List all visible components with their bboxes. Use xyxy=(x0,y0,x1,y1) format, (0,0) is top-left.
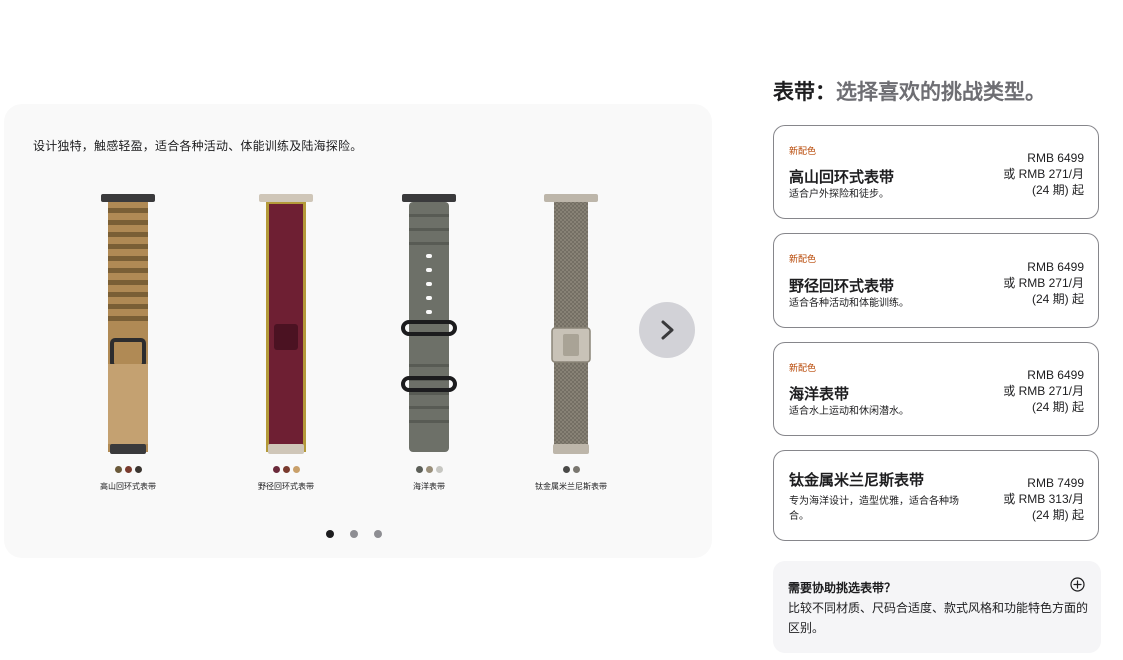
chevron-right-icon xyxy=(661,320,674,340)
band-name: 高山回环式表带 xyxy=(100,482,156,491)
gallery-caption: 设计独特，触感轻盈，适合各种活动、体能训练及陆海探险。 xyxy=(33,139,363,153)
option-description: 适合各种活动和体能训练。 xyxy=(789,298,909,309)
swatch[interactable] xyxy=(292,466,300,473)
band-gallery: 设计独特，触感轻盈，适合各种活动、体能训练及陆海探险。 高山回环式表带 野径回环… xyxy=(4,104,712,558)
option-description: 专为海洋设计，造型优雅，适合各种场合。 xyxy=(789,496,959,522)
swatch[interactable] xyxy=(425,466,433,473)
panel-title-rest: 选择喜欢的挑战类型。 xyxy=(836,81,1046,104)
swatch[interactable] xyxy=(435,466,443,473)
installment-term: (24 期) 起 xyxy=(1031,183,1084,197)
panel-title-lead: 表带： xyxy=(773,81,836,104)
option-price: RMB 7499 或 RMB 313/月 (24 期) 起 xyxy=(1003,475,1084,523)
option-price: RMB 6499 或 RMB 271/月 (24 期) 起 xyxy=(1003,259,1084,307)
band-card-ocean-band[interactable]: 海洋表带 xyxy=(369,194,489,492)
monthly-price: 或 RMB 271/月 xyxy=(1003,276,1084,290)
band-name: 钛金属米兰尼斯表带 xyxy=(535,482,607,491)
installment-term: (24 期) 起 xyxy=(1031,292,1084,306)
plus-circle-icon[interactable] xyxy=(1070,577,1085,592)
trail-loop-band-image xyxy=(259,194,313,454)
alpine-loop-swatches xyxy=(68,466,188,473)
band-name: 野径回环式表带 xyxy=(258,482,314,491)
monthly-price: 或 RMB 271/月 xyxy=(1003,167,1084,181)
swatch[interactable] xyxy=(272,466,280,473)
new-color-badge: 新配色 xyxy=(789,254,817,264)
alpine-loop-band-image xyxy=(101,194,155,454)
panel-title: 表带：选择喜欢的挑战类型。 xyxy=(773,76,1046,106)
option-name: 钛金属米兰尼斯表带 xyxy=(789,472,925,489)
band-option-ocean-band[interactable]: 新配色 海洋表带 适合水上运动和休闲潜水。 RMB 6499 或 RMB 271… xyxy=(773,342,1099,436)
titanium-milanese-swatches xyxy=(511,466,631,473)
option-name: 海洋表带 xyxy=(789,386,850,403)
option-name: 野径回环式表带 xyxy=(789,278,895,295)
help-text: 比较不同材质、尺码合适度、款式风格和功能特色方面的区别。 xyxy=(788,601,1089,635)
trail-loop-swatches xyxy=(226,466,346,473)
band-option-trail-loop[interactable]: 新配色 野径回环式表带 适合各种活动和体能训练。 RMB 6499 或 RMB … xyxy=(773,233,1099,328)
ocean-band-swatches xyxy=(369,466,489,473)
swatch[interactable] xyxy=(415,466,423,473)
price: RMB 7499 xyxy=(1027,476,1084,490)
band-card-alpine-loop[interactable]: 高山回环式表带 xyxy=(68,194,188,492)
swatch[interactable] xyxy=(562,466,570,473)
price: RMB 6499 xyxy=(1027,151,1084,165)
swatch[interactable] xyxy=(124,466,132,473)
band-help-card[interactable]: 需要协助挑选表带？ 比较不同材质、尺码合适度、款式风格和功能特色方面的区别。 xyxy=(773,561,1101,653)
swatch[interactable] xyxy=(572,466,580,473)
swatch[interactable] xyxy=(282,466,290,473)
option-price: RMB 6499 或 RMB 271/月 (24 期) 起 xyxy=(1003,367,1084,415)
monthly-price: 或 RMB 271/月 xyxy=(1003,384,1084,398)
price: RMB 6499 xyxy=(1027,260,1084,274)
option-description: 适合水上运动和休闲潜水。 xyxy=(789,406,909,417)
band-card-titanium-milanese[interactable]: 钛金属米兰尼斯表带 xyxy=(511,194,631,492)
installment-term: (24 期) 起 xyxy=(1031,508,1084,522)
price: RMB 6499 xyxy=(1027,368,1084,382)
new-color-badge: 新配色 xyxy=(789,146,817,156)
help-title: 需要协助挑选表带？ xyxy=(788,581,897,595)
option-price: RMB 6499 或 RMB 271/月 (24 期) 起 xyxy=(1003,150,1084,198)
swatch[interactable] xyxy=(114,466,122,473)
option-name: 高山回环式表带 xyxy=(789,169,895,186)
titanium-milanese-band-image xyxy=(544,194,598,454)
swatch[interactable] xyxy=(134,466,142,473)
pagination-dot-3[interactable] xyxy=(374,530,382,538)
band-card-trail-loop[interactable]: 野径回环式表带 xyxy=(226,194,346,492)
pagination-dot-2[interactable] xyxy=(350,530,358,538)
new-color-badge: 新配色 xyxy=(789,363,817,373)
option-description: 适合户外探险和徒步。 xyxy=(789,189,889,200)
band-option-alpine-loop[interactable]: 新配色 高山回环式表带 适合户外探险和徒步。 RMB 6499 或 RMB 27… xyxy=(773,125,1099,219)
monthly-price: 或 RMB 313/月 xyxy=(1003,492,1084,506)
ocean-band-image xyxy=(401,194,457,452)
band-option-titanium-milanese[interactable]: 钛金属米兰尼斯表带 专为海洋设计，造型优雅，适合各种场合。 RMB 7499 或… xyxy=(773,450,1099,541)
band-name: 海洋表带 xyxy=(413,482,445,491)
gallery-next-button[interactable] xyxy=(639,302,695,358)
installment-term: (24 期) 起 xyxy=(1031,400,1084,414)
pagination-dot-1[interactable] xyxy=(326,530,334,538)
gallery-pagination xyxy=(326,530,382,538)
